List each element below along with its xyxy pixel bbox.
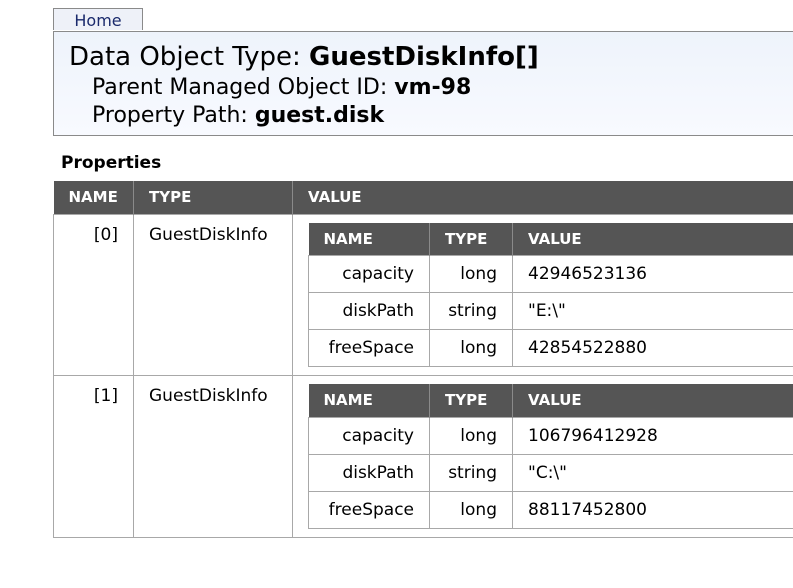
nested-row: freeSpace long 88117452800	[308, 490, 793, 529]
nested-table: NAME TYPE VALUE capacity long 4294652313…	[308, 222, 793, 367]
nested-header-row: NAME TYPE VALUE	[308, 222, 793, 256]
row-value: NAME TYPE VALUE capacity long 1067964129…	[292, 375, 793, 538]
field-type: long	[429, 490, 513, 529]
nested-header-value: VALUE	[512, 222, 793, 256]
nested-header-row: NAME TYPE VALUE	[308, 384, 793, 417]
field-type: long	[429, 255, 513, 293]
object-header: Data Object Type: GuestDiskInfo[] Parent…	[53, 31, 793, 136]
field-value: "C:\"	[512, 453, 793, 492]
row-type: GuestDiskInfo	[133, 375, 293, 538]
field-type: long	[429, 416, 513, 455]
properties-header-row: NAME TYPE VALUE	[53, 181, 793, 214]
nested-row: diskPath string "C:\"	[308, 453, 793, 492]
nested-header-name: NAME	[308, 222, 430, 256]
nested-table: NAME TYPE VALUE capacity long 1067964129…	[308, 384, 793, 529]
row-index: [1]	[53, 375, 134, 538]
field-type: string	[429, 453, 513, 492]
properties-table: NAME TYPE VALUE [0] GuestDiskInfo NAME T…	[53, 181, 793, 538]
column-header-type: TYPE	[133, 181, 293, 214]
type-label: Data Object Type:	[69, 42, 310, 72]
property-path: Property Path: guest.disk	[92, 102, 384, 130]
properties-title: Properties	[61, 153, 162, 173]
type-value: GuestDiskInfo[]	[309, 42, 539, 72]
nested-header-value: VALUE	[512, 384, 793, 417]
path-value: guest.disk	[254, 103, 385, 128]
data-object-type: Data Object Type: GuestDiskInfo[]	[69, 40, 539, 74]
table-row: [0] GuestDiskInfo NAME TYPE VALUE capaci…	[53, 213, 793, 376]
nested-row: diskPath string "E:\"	[308, 292, 793, 330]
path-label: Property Path:	[92, 103, 255, 128]
nested-row: freeSpace long 42854522880	[308, 329, 793, 367]
field-name: diskPath	[308, 292, 430, 330]
field-name: capacity	[308, 255, 430, 293]
nested-header-type: TYPE	[429, 384, 513, 417]
parent-object-id: Parent Managed Object ID: vm-98	[92, 74, 471, 102]
parent-value: vm-98	[394, 75, 472, 100]
row-type: GuestDiskInfo	[133, 213, 293, 376]
field-name: capacity	[308, 416, 430, 455]
field-name: freeSpace	[308, 490, 430, 529]
field-type: long	[429, 329, 513, 367]
field-value: 42854522880	[512, 329, 793, 367]
field-value: "E:\"	[512, 292, 793, 330]
field-value: 106796412928	[512, 416, 793, 455]
field-value: 88117452800	[512, 490, 793, 529]
nested-row: capacity long 106796412928	[308, 416, 793, 455]
nested-row: capacity long 42946523136	[308, 255, 793, 293]
field-type: string	[429, 292, 513, 330]
row-value: NAME TYPE VALUE capacity long 4294652313…	[292, 213, 793, 376]
column-header-name: NAME	[53, 181, 134, 214]
nested-header-name: NAME	[308, 384, 430, 417]
parent-label: Parent Managed Object ID:	[92, 75, 395, 100]
home-link[interactable]: Home	[53, 8, 143, 30]
field-name: freeSpace	[308, 329, 430, 367]
column-header-value: VALUE	[292, 181, 793, 214]
row-index: [0]	[53, 213, 134, 376]
table-row: [1] GuestDiskInfo NAME TYPE VALUE capaci…	[53, 375, 793, 538]
nested-header-type: TYPE	[429, 222, 513, 256]
field-name: diskPath	[308, 453, 430, 492]
field-value: 42946523136	[512, 255, 793, 293]
